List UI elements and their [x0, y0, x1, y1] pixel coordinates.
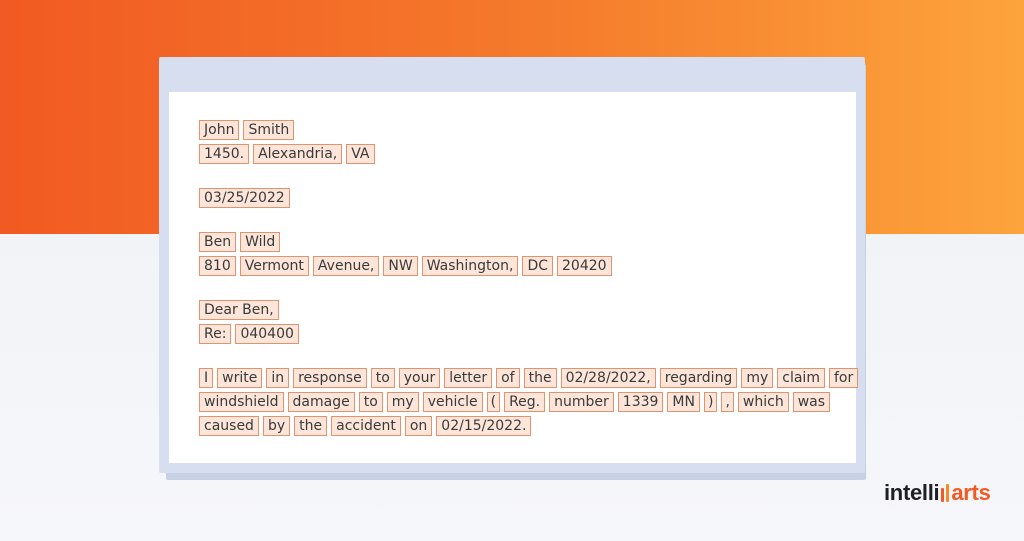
word-token: by: [262, 416, 291, 436]
word-token: ,: [721, 392, 734, 412]
word-token: 1450.: [199, 144, 250, 164]
word-token: my: [741, 368, 774, 388]
word-token: to: [358, 392, 383, 412]
word-token: Ben: [199, 232, 237, 252]
word-token: of: [496, 368, 520, 388]
word-token: Alexandria,: [253, 144, 343, 164]
word-token: damage: [287, 392, 355, 412]
word-token: Dear Ben,: [199, 300, 279, 320]
body-line-3: caused by the accident on 02/15/2022.: [199, 415, 535, 437]
intelliarts-logo: intelli arts: [884, 480, 991, 506]
word-token: accident: [331, 416, 401, 436]
word-token: which: [737, 392, 789, 412]
word-token: letter: [444, 368, 493, 388]
word-token: Avenue,: [312, 256, 380, 276]
logo-text-suffix: arts: [951, 480, 991, 505]
word-token: in: [266, 368, 290, 388]
word-token: NW: [383, 256, 418, 276]
recipient-name-line: Ben Wild: [199, 231, 284, 253]
word-token: the: [294, 416, 328, 436]
word-token: 02/15/2022.: [436, 416, 532, 436]
word-token: for: [828, 368, 859, 388]
word-token: Reg.: [504, 392, 546, 412]
word-token: DC: [522, 256, 554, 276]
word-token: 03/25/2022: [199, 188, 290, 208]
word-token: vehicle: [422, 392, 483, 412]
logo-bars-icon: [940, 482, 950, 504]
word-token: regarding: [659, 368, 738, 388]
sender-name-line: John Smith: [199, 119, 298, 141]
word-token: Washington,: [421, 256, 519, 276]
word-token: windshield: [199, 392, 284, 412]
word-token: was: [792, 392, 831, 412]
word-token: I: [199, 368, 214, 388]
sender-address-line: 1450. Alexandria, VA: [199, 143, 379, 165]
word-token: claim: [777, 368, 825, 388]
word-token: MN: [667, 392, 700, 412]
body-line-1: I write in response to your letter of th…: [199, 367, 862, 389]
word-token: to: [370, 368, 395, 388]
word-token: on: [404, 416, 433, 436]
word-token: number: [549, 392, 614, 412]
logo-text-prefix: intelli: [884, 480, 940, 505]
word-token: Vermont: [239, 256, 309, 276]
salutation-line: Dear Ben,: [199, 299, 283, 321]
word-token: my: [386, 392, 419, 412]
word-token: the: [523, 368, 557, 388]
body-line-2: windshield damage to my vehicle ( Reg. n…: [199, 391, 834, 413]
word-token: 810: [199, 256, 236, 276]
word-token: your: [398, 368, 441, 388]
word-token: John: [199, 120, 240, 140]
word-token: write: [217, 368, 263, 388]
word-token: caused: [199, 416, 259, 436]
word-token: 1339: [617, 392, 664, 412]
word-token: 02/28/2022,: [560, 368, 656, 388]
word-token: Re:: [199, 324, 232, 344]
word-token: Wild: [240, 232, 281, 252]
word-token: ): [703, 392, 718, 412]
word-token: 040400: [235, 324, 299, 344]
word-token: 20420: [557, 256, 612, 276]
reference-line: Re: 040400: [199, 323, 303, 345]
word-token: response: [293, 368, 367, 388]
letter-date-line: 03/25/2022: [199, 187, 294, 209]
recipient-address-line: 810 Vermont Avenue, NW Washington, DC 20…: [199, 255, 616, 277]
word-token: (: [486, 392, 501, 412]
word-token: Smith: [243, 120, 295, 140]
word-token: VA: [346, 144, 375, 164]
